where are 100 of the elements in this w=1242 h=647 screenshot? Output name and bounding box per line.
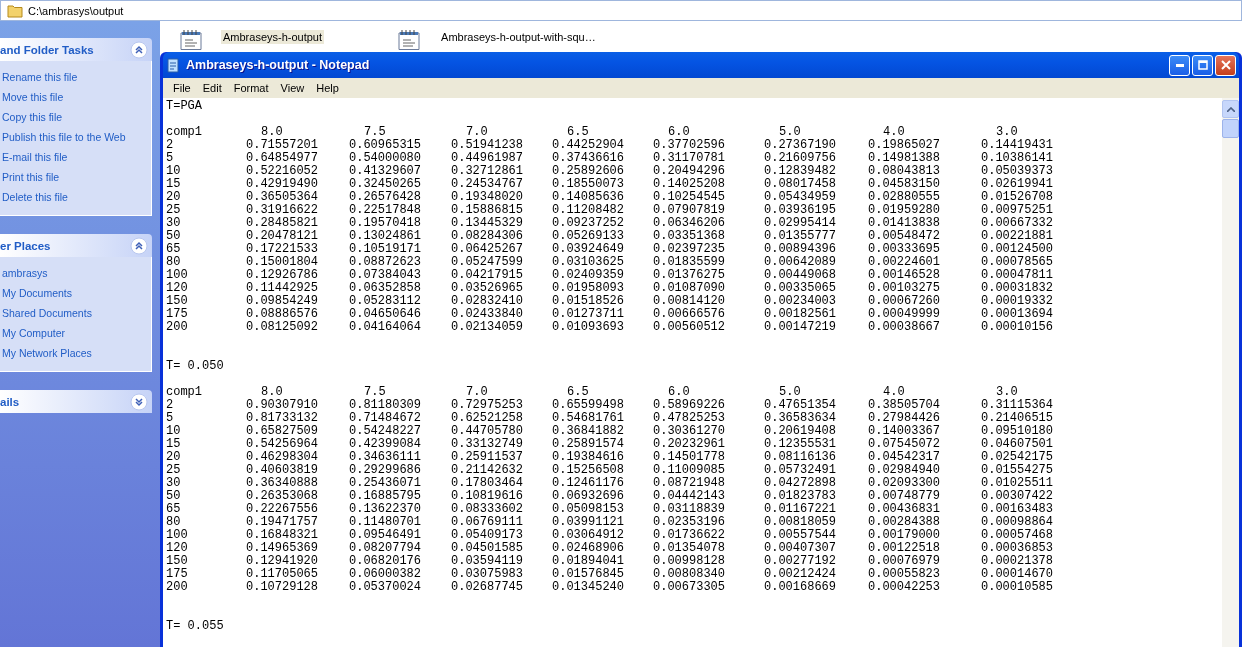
task-link[interactable]: My Documents bbox=[2, 283, 151, 303]
task-link[interactable]: Print this file bbox=[2, 167, 151, 187]
table-cell-text: 0.00975251 bbox=[981, 204, 1054, 217]
column-header: 7.5 bbox=[363, 126, 387, 139]
task-link[interactable]: Shared Documents bbox=[2, 303, 151, 323]
scroll-thumb[interactable] bbox=[1222, 119, 1239, 138]
table-cell-text: 0.01518526 bbox=[552, 295, 625, 308]
table-cell-text: 0.03064912 bbox=[552, 529, 625, 542]
task-link[interactable]: Delete this file bbox=[2, 187, 151, 207]
table-cell-text: 0.00407307 bbox=[764, 542, 837, 555]
text-line: T= 0.050 bbox=[166, 360, 225, 373]
table-cell-text: 0.41329607 bbox=[349, 165, 422, 178]
table-cell-text: 0.20478121 bbox=[246, 230, 319, 243]
table-cell-text: 0.81180309 bbox=[349, 399, 422, 412]
text-line: T=PGA bbox=[166, 100, 203, 113]
maximize-button[interactable] bbox=[1192, 54, 1213, 76]
table-cell-text: 0.10254545 bbox=[653, 191, 726, 204]
table-cell-text: 0.03103625 bbox=[552, 256, 625, 269]
table-cell-text: 0.01894041 bbox=[552, 555, 625, 568]
table-cell-text: 50 bbox=[166, 490, 182, 503]
text-line: T= 0.055 bbox=[166, 620, 225, 633]
scrollbar[interactable] bbox=[1222, 98, 1239, 647]
menu-item[interactable]: View bbox=[274, 82, 311, 94]
table-cell-text: 0.05434959 bbox=[764, 191, 837, 204]
column-header: 5.0 bbox=[778, 386, 802, 399]
menu-item[interactable]: File bbox=[167, 82, 197, 94]
column-header: 6.5 bbox=[566, 126, 590, 139]
table-cell-text: 0.26353068 bbox=[246, 490, 319, 503]
table-cell-text: 0.01355777 bbox=[764, 230, 837, 243]
table-cell-text: 0.00038667 bbox=[868, 321, 941, 334]
table-cell-text: 0.00277192 bbox=[764, 555, 837, 568]
task-link[interactable]: Rename this file bbox=[2, 67, 151, 87]
table-cell-text: 0.21609756 bbox=[764, 152, 837, 165]
table-cell-text: 0.00049999 bbox=[868, 308, 941, 321]
column-header: 7.0 bbox=[465, 386, 489, 399]
table-cell-text: 0.02995414 bbox=[764, 217, 837, 230]
table-cell-text: 0.16885795 bbox=[349, 490, 422, 503]
task-link[interactable]: Publish this file to the Web bbox=[2, 127, 151, 147]
table-cell-text: 5 bbox=[166, 412, 175, 425]
table-cell-text: 0.22267556 bbox=[246, 503, 319, 516]
table-cell-text: 120 bbox=[166, 542, 189, 555]
table-cell-text: 0.04501585 bbox=[451, 542, 524, 555]
task-link[interactable]: E-mail this file bbox=[2, 147, 151, 167]
table-cell-text: 0.08207794 bbox=[349, 542, 422, 555]
table-cell-text: 0.08721948 bbox=[653, 477, 726, 490]
menu-item[interactable]: Format bbox=[227, 82, 275, 94]
table-cell-text: 0.01273711 bbox=[552, 308, 625, 321]
table-cell-text: 0.31115364 bbox=[981, 399, 1054, 412]
table-cell-text: 0.01576845 bbox=[552, 568, 625, 581]
minimize-button[interactable] bbox=[1169, 54, 1190, 76]
table-cell-text: 0.01835599 bbox=[653, 256, 726, 269]
task-link[interactable]: ambrasys bbox=[2, 263, 151, 283]
close-icon bbox=[1220, 60, 1231, 70]
table-cell-text: 0.04583150 bbox=[868, 178, 941, 191]
task-link[interactable]: Move this file bbox=[2, 87, 151, 107]
close-button[interactable] bbox=[1215, 54, 1236, 76]
task-link[interactable]: My Computer bbox=[2, 323, 151, 343]
table-cell-text: 0.09237252 bbox=[552, 217, 625, 230]
column-header: 8.0 bbox=[260, 126, 284, 139]
table-cell-text: 0.54681761 bbox=[552, 412, 625, 425]
table-cell-text: 0.06000382 bbox=[349, 568, 422, 581]
table-cell-text: 0.14419431 bbox=[981, 139, 1054, 152]
table-cell-text: 0.03526965 bbox=[451, 282, 524, 295]
table-cell-text: 0.08125092 bbox=[246, 321, 319, 334]
table-cell-text: 0.00031832 bbox=[981, 282, 1054, 295]
table-cell-text: 0.00147219 bbox=[764, 321, 837, 334]
collapse-icon[interactable] bbox=[130, 40, 148, 59]
table-cell-text: 0.13445329 bbox=[451, 217, 524, 230]
pane-header[interactable]: and Folder Tasks bbox=[0, 38, 152, 61]
table-cell-text: 65 bbox=[166, 243, 182, 256]
table-cell-text: 10 bbox=[166, 425, 182, 438]
table-cell-text: 30 bbox=[166, 477, 182, 490]
table-cell-text: 0.36340888 bbox=[246, 477, 319, 490]
scroll-up-button[interactable] bbox=[1222, 100, 1239, 118]
task-link[interactable]: Copy this file bbox=[2, 107, 151, 127]
address-bar[interactable]: C:\ambrasys\output bbox=[0, 0, 1242, 21]
table-cell-text: 0.04607501 bbox=[981, 438, 1054, 451]
task-link[interactable]: My Network Places bbox=[2, 343, 151, 363]
table-cell-text: 0.02880555 bbox=[868, 191, 941, 204]
table-cell-text: 0.00642089 bbox=[764, 256, 837, 269]
table-cell-text: 0.03924649 bbox=[552, 243, 625, 256]
table-cell-text: 0.05370024 bbox=[349, 581, 422, 594]
menu-item[interactable]: Help bbox=[310, 82, 345, 94]
menu-item[interactable]: Edit bbox=[196, 82, 228, 94]
table-cell-text: 0.02353196 bbox=[653, 516, 726, 529]
table-cell-text: 0.08017458 bbox=[764, 178, 837, 191]
collapse-icon[interactable] bbox=[130, 236, 148, 255]
table-cell-text: 0.01354078 bbox=[653, 542, 726, 555]
table-cell-text: 0.00019332 bbox=[981, 295, 1054, 308]
table-cell-text: 0.01376275 bbox=[653, 269, 726, 282]
expand-icon[interactable] bbox=[130, 392, 148, 411]
pane-header[interactable]: ails bbox=[0, 390, 152, 413]
file-name[interactable]: Ambraseys-h-output-with-squ… bbox=[439, 30, 598, 44]
table-cell-text: 0.25892606 bbox=[552, 165, 625, 178]
table-cell-text: 0.04217915 bbox=[451, 269, 524, 282]
column-header: 4.0 bbox=[882, 126, 906, 139]
pane-header[interactable]: er Places bbox=[0, 234, 152, 257]
table-cell-text: 0.33132749 bbox=[451, 438, 524, 451]
file-name[interactable]: Ambraseys-h-output bbox=[221, 30, 325, 44]
table-cell-text: 0.14025208 bbox=[653, 178, 726, 191]
